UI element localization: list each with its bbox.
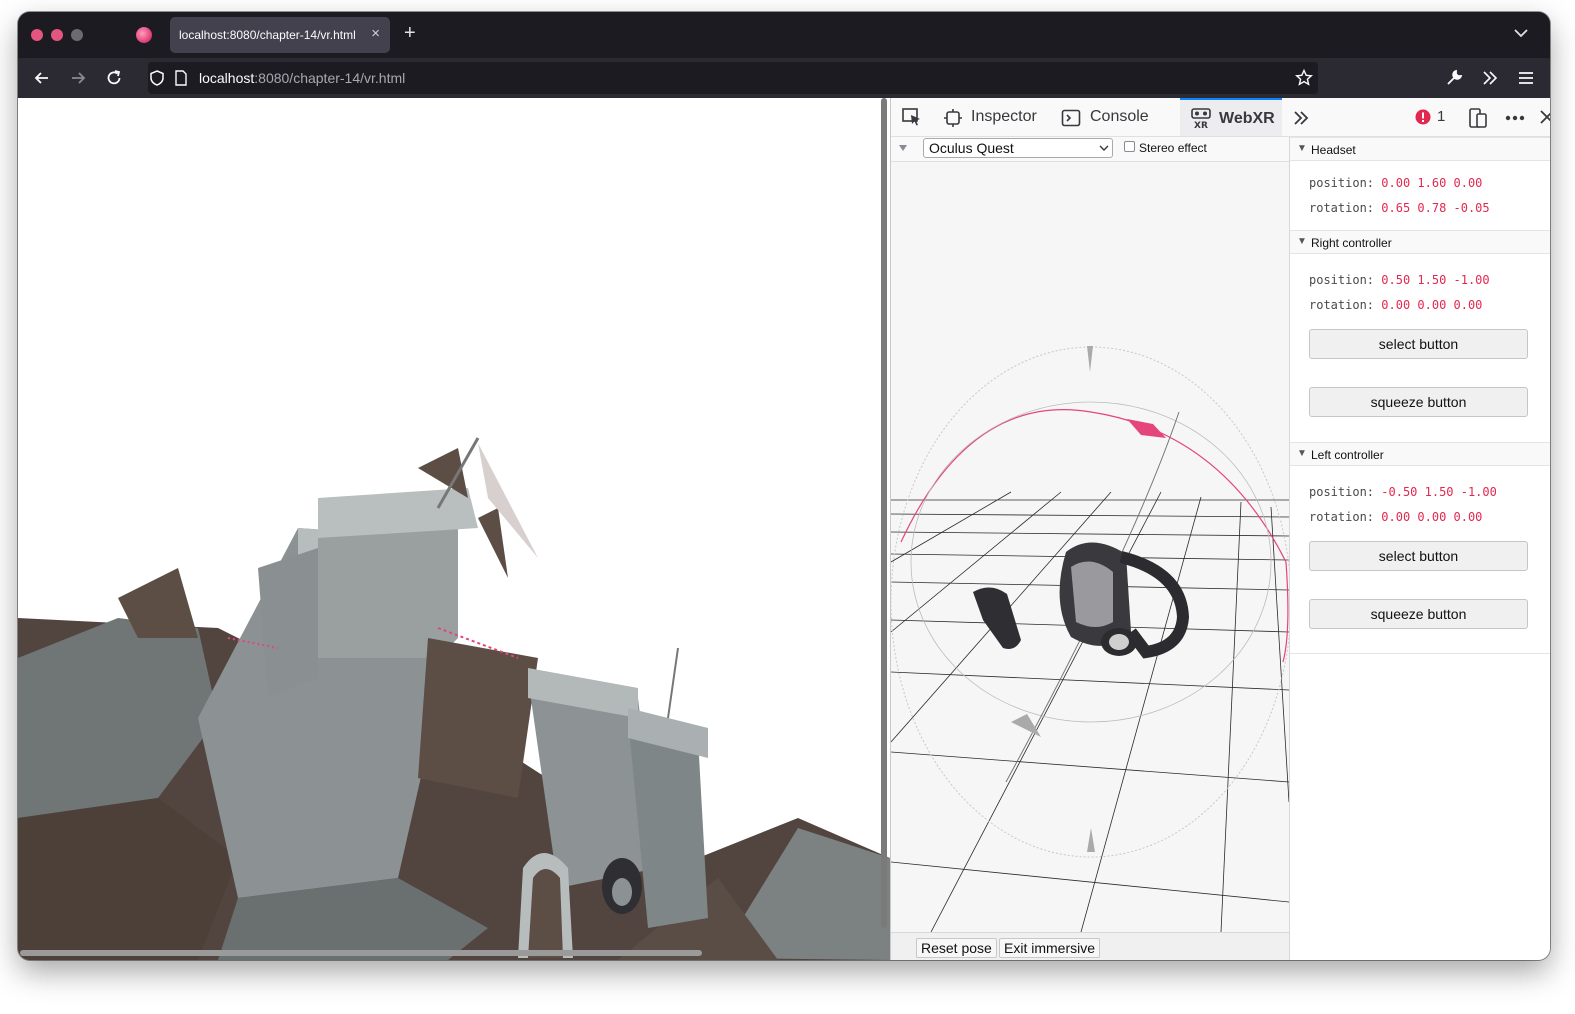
chevron-down-icon <box>1099 145 1109 151</box>
exit-immersive-button[interactable]: Exit immersive <box>999 938 1101 958</box>
close-icon[interactable] <box>1538 108 1550 126</box>
vertical-scrollbar[interactable] <box>881 98 887 928</box>
navigation-toolbar: localhost:8080/chapter-14/vr.html <box>18 58 1550 98</box>
device-select[interactable]: Oculus Quest <box>923 138 1113 158</box>
right-squeeze-button[interactable]: squeeze button <box>1309 387 1528 417</box>
left-controller-title: Left controller <box>1311 448 1384 462</box>
tab-close-icon[interactable]: × <box>371 25 380 42</box>
url-bar[interactable]: localhost:8080/chapter-14/vr.html <box>148 62 1318 94</box>
webxr-device-toolbar: Oculus Quest Stereo effect <box>891 137 1289 162</box>
star-icon[interactable] <box>1295 69 1313 87</box>
tab-webxr[interactable]: XR WebXR <box>1180 98 1282 136</box>
stereo-checkbox[interactable] <box>1124 141 1135 152</box>
left-controller-rotation: rotation: 0.00 0.00 0.00 <box>1309 510 1482 524</box>
stereo-label: Stereo effect <box>1139 141 1207 155</box>
left-select-button[interactable]: select button <box>1309 541 1528 571</box>
tab-strip: localhost:8080/chapter-14/vr.html × + <box>18 12 1550 58</box>
tab-console[interactable]: Console <box>1061 98 1161 136</box>
error-icon[interactable] <box>1415 109 1431 125</box>
more-icon[interactable] <box>1504 107 1526 129</box>
horizontal-scrollbar[interactable] <box>20 950 702 956</box>
emulator-bottom-bar: Reset pose Exit immersive <box>891 932 1289 960</box>
firefox-view-icon[interactable] <box>136 27 152 43</box>
url-path: :8080/chapter-14/vr.html <box>254 70 406 86</box>
page-viewport[interactable] <box>18 98 890 960</box>
console-icon <box>1061 109 1081 127</box>
back-icon[interactable] <box>31 67 53 89</box>
tab-webxr-label: WebXR <box>1219 110 1275 127</box>
zoom-window-button[interactable] <box>71 29 83 41</box>
reload-icon[interactable] <box>103 67 125 89</box>
left-rotation-key: rotation: <box>1309 510 1375 524</box>
inspector-icon <box>944 109 962 127</box>
browser-window: localhost:8080/chapter-14/vr.html × + lo… <box>18 12 1550 960</box>
collapse-triangle-icon: ▼ <box>1297 143 1307 154</box>
more-tabs-icon[interactable] <box>1291 108 1311 128</box>
collapse-triangle-icon: ▼ <box>1297 236 1307 247</box>
headset-position: position: 0.00 1.60 0.00 <box>1309 176 1482 190</box>
webxr-pose-panel: ▼ Headset position: 0.00 1.60 0.00 rotat… <box>1289 137 1550 960</box>
left-squeeze-button[interactable]: squeeze button <box>1309 599 1528 629</box>
right-rotation-key: rotation: <box>1309 298 1375 312</box>
tab-inspector[interactable]: Inspector <box>941 98 1047 136</box>
left-rotation-value[interactable]: 0.00 0.00 0.00 <box>1381 510 1482 524</box>
url-host: localhost <box>199 70 255 86</box>
responsive-icon[interactable] <box>1468 107 1488 129</box>
right-select-button[interactable]: select button <box>1309 329 1528 359</box>
devtools-panel: Inspector Console XR WebXR 1 Oculus Ques… <box>891 98 1550 960</box>
overflow-icon[interactable] <box>1480 68 1500 88</box>
right-controller-position: position: 0.50 1.50 -1.00 <box>1309 273 1490 287</box>
svg-text:XR: XR <box>1194 121 1208 130</box>
castle-scene-canvas[interactable] <box>18 98 890 960</box>
tab-title: localhost:8080/chapter-14/vr.html <box>179 28 356 42</box>
url-text[interactable]: localhost:8080/chapter-14/vr.html <box>199 70 405 86</box>
section-divider <box>1290 653 1550 654</box>
tab-console-label: Console <box>1090 108 1149 125</box>
left-position-value[interactable]: -0.50 1.50 -1.00 <box>1381 485 1497 499</box>
emulator-3d-view[interactable] <box>891 162 1289 932</box>
right-position-value[interactable]: 0.50 1.50 -1.00 <box>1381 273 1489 287</box>
headset-section-header[interactable]: ▼ Headset <box>1290 137 1550 161</box>
headset-rotation: rotation: 0.65 0.78 -0.05 <box>1309 201 1490 215</box>
headset-position-value[interactable]: 0.00 1.60 0.00 <box>1381 176 1482 190</box>
picker-icon[interactable] <box>901 106 923 128</box>
headset-position-key: position: <box>1309 176 1375 190</box>
tab-active[interactable]: localhost:8080/chapter-14/vr.html × <box>170 17 390 53</box>
reset-pose-button[interactable]: Reset pose <box>916 938 997 958</box>
right-controller-rotation: rotation: 0.00 0.00 0.00 <box>1309 298 1482 312</box>
shield-icon[interactable] <box>148 69 166 87</box>
webxr-emulator-scene[interactable] <box>891 162 1289 932</box>
webxr-icon: XR <box>1191 108 1211 130</box>
error-count[interactable]: 1 <box>1437 108 1445 125</box>
new-tab-button[interactable]: + <box>404 22 416 44</box>
left-position-key: position: <box>1309 485 1375 499</box>
right-controller-title: Right controller <box>1311 236 1392 250</box>
left-controller-position: position: -0.50 1.50 -1.00 <box>1309 485 1497 499</box>
minimize-window-button[interactable] <box>51 29 63 41</box>
headset-rotation-key: rotation: <box>1309 201 1375 215</box>
right-rotation-value[interactable]: 0.00 0.00 0.00 <box>1381 298 1482 312</box>
collapse-triangle-icon: ▼ <box>1297 448 1307 459</box>
list-all-tabs-icon[interactable] <box>1512 24 1530 42</box>
headset-rotation-value[interactable]: 0.65 0.78 -0.05 <box>1381 201 1489 215</box>
collapse-triangle-icon[interactable] <box>898 143 908 153</box>
menu-icon[interactable] <box>1516 68 1536 88</box>
devtools-toolbar: Inspector Console XR WebXR 1 <box>891 98 1550 137</box>
device-select-value: Oculus Quest <box>929 140 1014 156</box>
right-position-key: position: <box>1309 273 1375 287</box>
wrench-icon[interactable] <box>1444 68 1464 88</box>
headset-title: Headset <box>1311 143 1356 157</box>
right-controller-section-header[interactable]: ▼ Right controller <box>1290 230 1550 254</box>
forward-icon[interactable] <box>67 67 89 89</box>
left-controller-section-header[interactable]: ▼ Left controller <box>1290 442 1550 466</box>
page-icon <box>175 70 187 86</box>
tab-inspector-label: Inspector <box>971 108 1037 125</box>
close-window-button[interactable] <box>31 29 43 41</box>
